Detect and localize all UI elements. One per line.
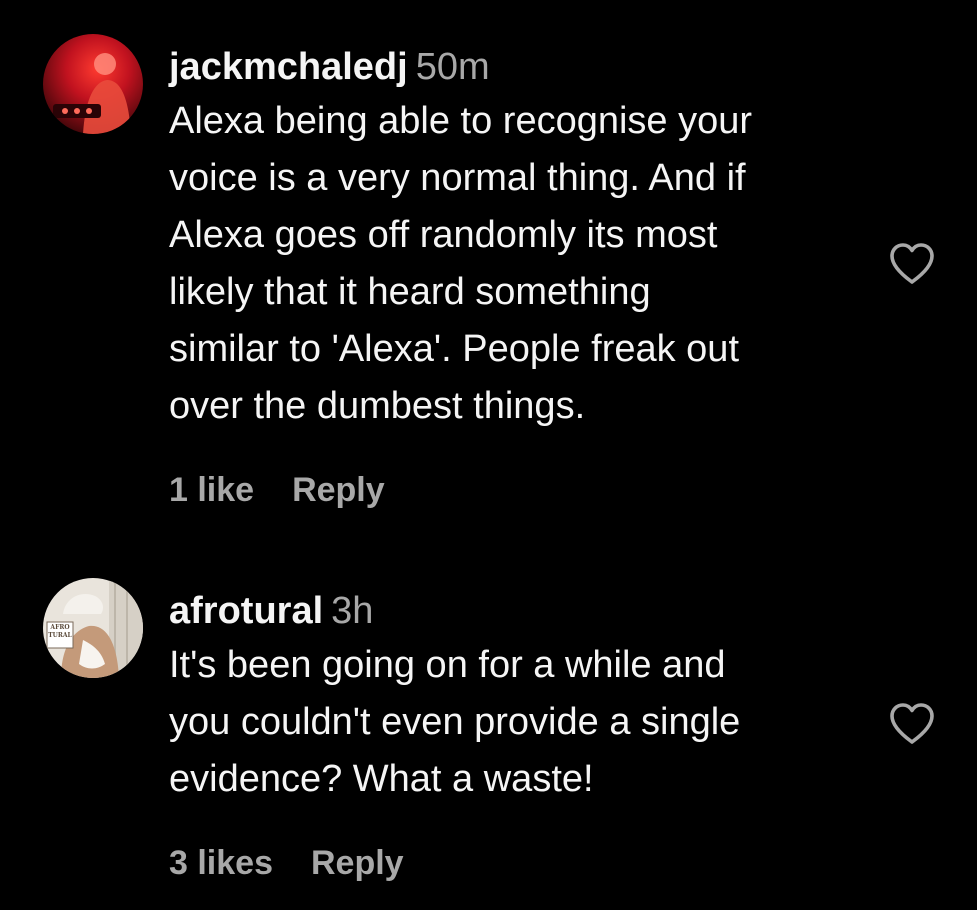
like-count[interactable]: 1 like bbox=[169, 471, 254, 510]
comment-line: similar to 'Alexa'. People freak out bbox=[169, 328, 739, 370]
heart-outline-icon[interactable] bbox=[888, 242, 936, 286]
timestamp: 3h bbox=[331, 590, 374, 632]
avatar[interactable] bbox=[43, 34, 143, 134]
reply-button[interactable]: Reply bbox=[311, 844, 404, 883]
reply-button[interactable]: Reply bbox=[292, 471, 385, 510]
comment-actions: 1 like Reply bbox=[169, 471, 859, 510]
comment-header: jackmchaledj 50m bbox=[169, 42, 859, 92]
timestamp: 50m bbox=[415, 46, 490, 88]
avatar-logo-text: AFRO TURAL bbox=[48, 624, 72, 639]
comment-text: It's been going on for a while and you c… bbox=[169, 637, 859, 808]
comment-line: It's been going on for a while and bbox=[169, 644, 726, 686]
comment-line: Alexa being able to recognise your bbox=[169, 100, 753, 142]
comment-line: Alexa goes off randomly its most bbox=[169, 214, 718, 256]
username[interactable]: afrotural bbox=[169, 590, 323, 632]
comment-body: afrotural 3h It's been going on for a whi… bbox=[169, 586, 859, 883]
comment-text: Alexa being able to recognise your voice… bbox=[169, 93, 859, 435]
comment-line: you couldn't even provide a single bbox=[169, 701, 741, 743]
comment-line: over the dumbest things. bbox=[169, 385, 586, 427]
heart-outline-icon[interactable] bbox=[888, 702, 936, 746]
avatar[interactable]: AFRO TURAL bbox=[43, 578, 143, 678]
comment-body: jackmchaledj 50m Alexa being able to reco… bbox=[169, 42, 859, 510]
comment-line: voice is a very normal thing. And if bbox=[169, 157, 746, 199]
comment-line: evidence? What a waste! bbox=[169, 758, 594, 800]
username[interactable]: jackmchaledj bbox=[169, 46, 408, 88]
comment-line: likely that it heard something bbox=[169, 271, 651, 313]
comment-header: afrotural 3h bbox=[169, 586, 859, 636]
like-count[interactable]: 3 likes bbox=[169, 844, 273, 883]
comment-actions: 3 likes Reply bbox=[169, 844, 859, 883]
